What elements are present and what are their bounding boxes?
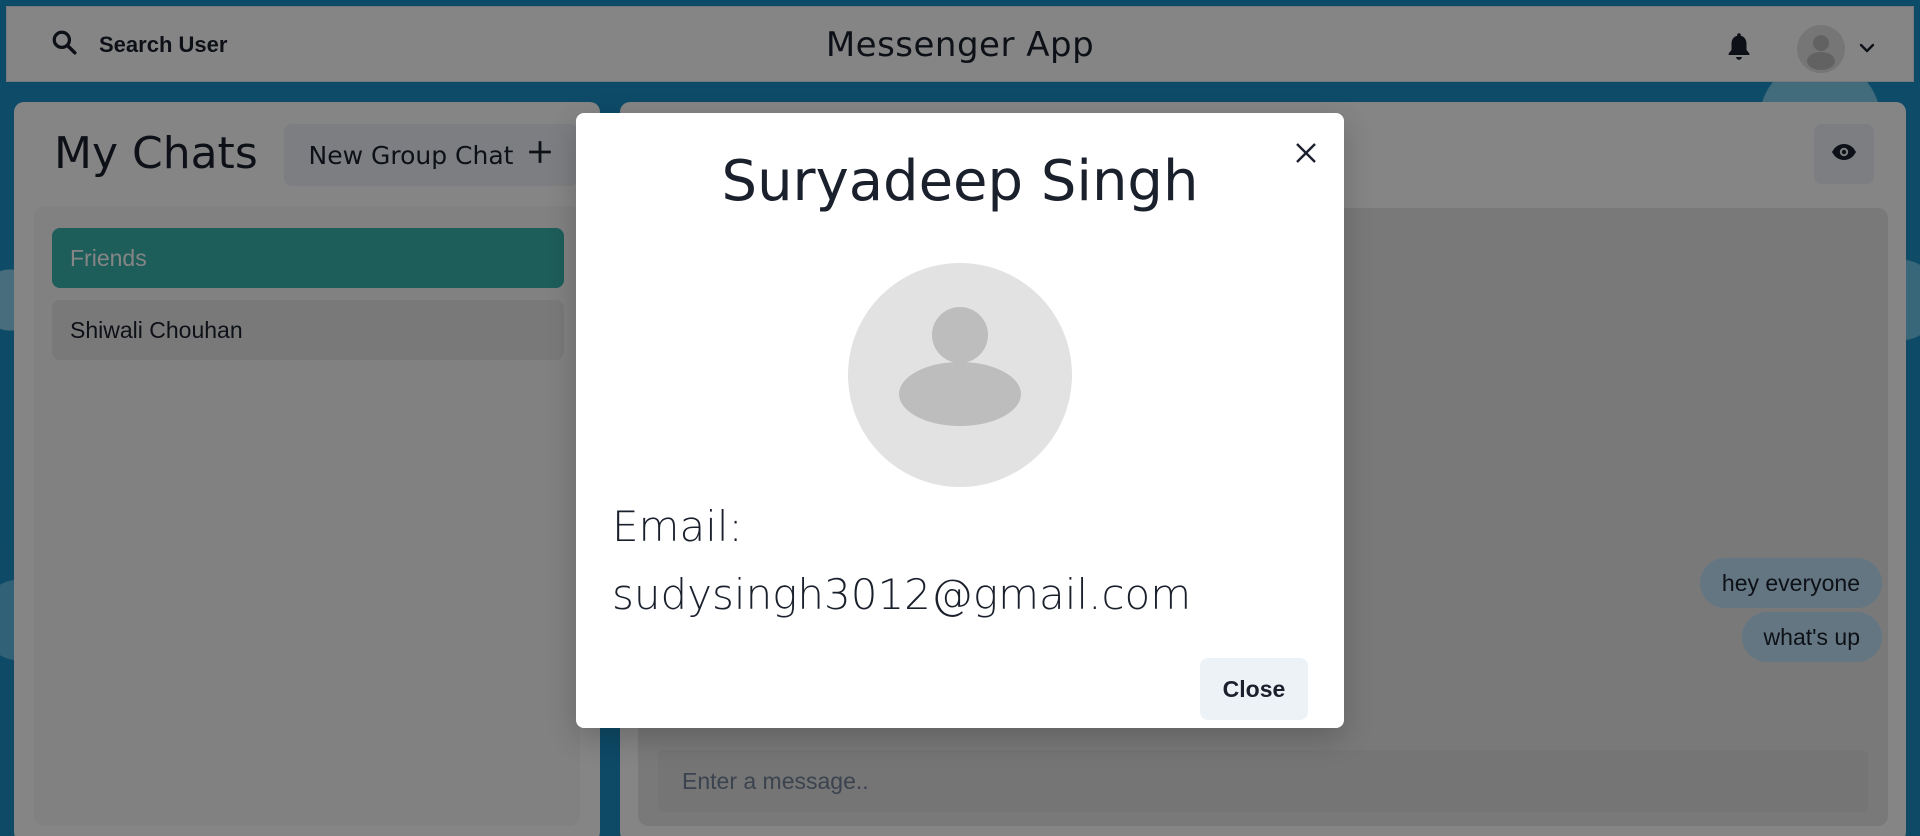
close-button[interactable]: Close xyxy=(1200,658,1308,720)
profile-modal: Suryadeep Singh Email: sudysingh3012@gma… xyxy=(576,113,1344,728)
email-label: Email: xyxy=(612,502,743,551)
profile-avatar xyxy=(848,263,1072,487)
email-value: sudysingh3012@gmail.com xyxy=(612,570,1192,619)
profile-email: Email: sudysingh3012@gmail.com xyxy=(612,493,1312,629)
profile-name: Suryadeep Singh xyxy=(721,149,1199,214)
close-icon[interactable] xyxy=(1286,133,1326,173)
